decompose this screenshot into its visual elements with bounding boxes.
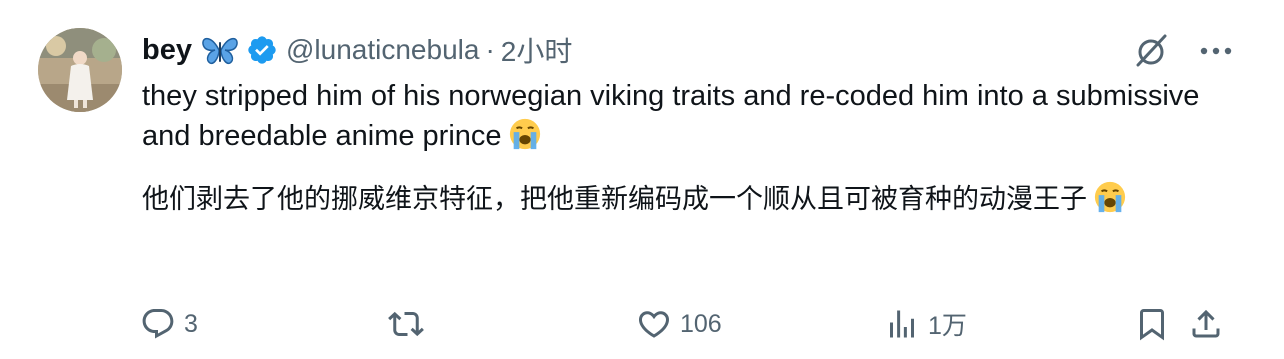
- share-icon: [1192, 309, 1220, 338]
- butterfly-icon: [202, 37, 238, 65]
- tweet-text-en: they stripped him of his norwegian vikin…: [142, 80, 1200, 152]
- like-icon: [638, 311, 670, 338]
- user-handle[interactable]: @lunaticnebula: [286, 34, 479, 66]
- views-button[interactable]: 1万: [884, 300, 967, 348]
- reply-count: 3: [184, 309, 198, 338]
- more-icon[interactable]: [1196, 32, 1236, 70]
- tweet-text-zh: 他们剥去了他的挪威维京特征，把他重新编码成一个顺从且可被育种的动漫王子: [142, 184, 1087, 215]
- reply-icon: [142, 309, 174, 339]
- views-icon: [890, 310, 914, 338]
- crying-face-icon: [1094, 181, 1126, 213]
- tweet-text-chinese: 他们剥去了他的挪威维京特征，把他重新编码成一个顺从且可被育种的动漫王子: [142, 180, 1232, 220]
- tweet-header: bey @lunaticnebula · 2小时: [142, 30, 572, 70]
- bookmark-icon: [1140, 309, 1164, 341]
- tweet[interactable]: bey @lunaticnebula · 2小时 they stripped h…: [0, 0, 1284, 359]
- display-name[interactable]: bey: [142, 34, 192, 67]
- bookmark-button[interactable]: [1134, 300, 1170, 348]
- verified-badge-icon[interactable]: [246, 34, 278, 66]
- timestamp[interactable]: 2小时: [501, 30, 573, 70]
- retweet-icon: [388, 311, 424, 337]
- like-button[interactable]: 106: [636, 300, 722, 348]
- share-button[interactable]: [1188, 300, 1224, 348]
- tweet-actions: 3 106 1万: [140, 300, 1244, 348]
- top-actions: [1132, 32, 1236, 70]
- tweet-text-english: they stripped him of his norwegian vikin…: [142, 76, 1202, 156]
- avatar[interactable]: [38, 28, 122, 112]
- avatar-image: [38, 28, 122, 112]
- grok-icon[interactable]: [1132, 32, 1170, 70]
- reply-button[interactable]: 3: [140, 300, 198, 348]
- like-count: 106: [680, 309, 722, 338]
- separator-dot: ·: [485, 34, 495, 65]
- crying-face-icon: [509, 118, 540, 150]
- views-count: 1万: [928, 312, 967, 340]
- retweet-button[interactable]: [388, 300, 432, 348]
